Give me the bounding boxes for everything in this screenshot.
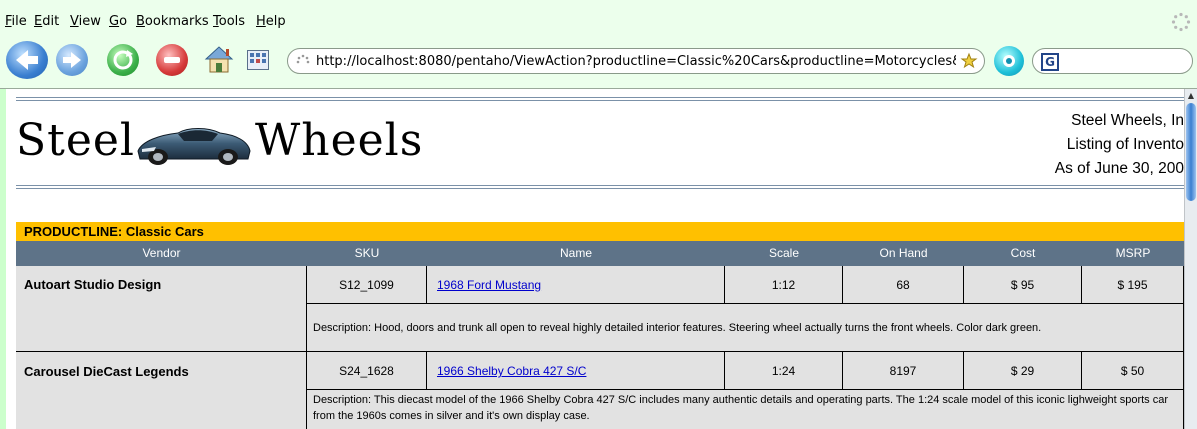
header-rule-top	[16, 97, 1184, 98]
column-header-name: Name	[559, 246, 592, 260]
vertical-scrollbar[interactable]: ▲	[1184, 89, 1197, 429]
bookmarks-button[interactable]	[247, 50, 269, 70]
menu-view[interactable]: View	[70, 13, 101, 31]
url-text[interactable]: http://localhost:8080/pentaho/ViewAction…	[316, 53, 956, 70]
go-icon	[1003, 55, 1015, 67]
description-text: Description: Hood, doors and trunk all o…	[313, 322, 1042, 334]
column-header-on-hand: On Hand	[879, 246, 928, 260]
report-title: Listing of Invento	[1066, 136, 1184, 153]
menu-edit[interactable]: Edit	[34, 13, 59, 31]
menu-tools[interactable]: Tools	[213, 13, 245, 31]
url-bar[interactable]: http://localhost:8080/pentaho/ViewAction…	[287, 48, 985, 74]
menu-go[interactable]: Go	[109, 13, 127, 31]
column-header-sku: SKU	[354, 246, 380, 260]
column-header-scale: Scale	[768, 246, 800, 260]
menu-help[interactable]: Help	[256, 13, 286, 31]
arrow-left-icon	[16, 50, 38, 70]
car-logo-icon	[137, 128, 251, 165]
home-icon	[204, 46, 234, 73]
cost-cell: $ 29	[964, 352, 1082, 390]
sku-cell: S12_1099	[307, 266, 427, 304]
scale-cell: 1:12	[725, 266, 843, 304]
logo-text-wheels: Wheels	[255, 115, 424, 166]
scale-cell: 1:24	[725, 352, 843, 390]
search-input[interactable]: G	[1032, 48, 1193, 74]
navigation-toolbar: http://localhost:8080/pentaho/ViewAction…	[0, 32, 1197, 88]
go-button[interactable]	[994, 46, 1024, 76]
on-hand-cell: 8197	[843, 352, 964, 390]
stop-button[interactable]	[156, 44, 188, 76]
msrp-cell: $ 195	[1082, 266, 1184, 304]
back-button[interactable]	[6, 41, 48, 79]
scroll-up-arrow-icon[interactable]: ▲	[1185, 89, 1197, 102]
report-date: As of June 30, 200	[1054, 160, 1184, 177]
product-link[interactable]: 1968 Ford Mustang	[437, 278, 541, 292]
sku-cell: S24_1628	[307, 352, 427, 390]
table-header-row: Vendor SKU Name Scale On Hand Cost MSRP	[16, 241, 1184, 266]
column-header-cost: Cost	[1010, 246, 1036, 260]
name-cell: 1968 Ford Mustang	[427, 266, 725, 304]
scroll-thumb[interactable]	[1186, 103, 1196, 201]
stop-icon	[164, 57, 180, 63]
description-cell: Description: This diecast model of the 1…	[307, 390, 1184, 429]
column-header-vendor: Vendor	[142, 246, 181, 260]
page-viewport: Steel Wheels Steel Wheels, In Listing of…	[0, 88, 1197, 429]
on-hand-cell: 68	[843, 266, 964, 304]
column-header-msrp: MSRP	[1115, 246, 1151, 260]
description-text: Description: This diecast model of the 1…	[313, 394, 1169, 422]
bookmark-star-icon[interactable]	[960, 52, 978, 70]
productline-header: PRODUCTLINE: Classic Cars	[16, 222, 1184, 241]
header-rule-top-2	[16, 100, 1184, 101]
arrow-right-icon	[63, 52, 81, 68]
throbber-icon	[1171, 12, 1191, 32]
vendor-cell: Autoart Studio Design	[16, 266, 307, 352]
reload-icon	[113, 50, 133, 70]
header-rule-bottom	[16, 185, 1184, 186]
logo-text-steel: Steel	[16, 115, 135, 166]
vendor-cell: Carousel DieCast Legends	[16, 352, 307, 429]
msrp-cell: $ 50	[1082, 352, 1184, 390]
bookmarks-grid-icon	[247, 50, 269, 70]
loading-icon	[296, 54, 310, 64]
menu-file[interactable]: File	[5, 13, 27, 31]
header-rule-bottom-2	[16, 188, 1184, 189]
search-engine-icon[interactable]: G	[1041, 53, 1059, 71]
home-button[interactable]	[202, 42, 236, 76]
cost-cell: $ 95	[964, 266, 1082, 304]
company-name: Steel Wheels, In	[1071, 112, 1184, 129]
menu-bar: File Edit View Go Bookmarks Tools Help	[0, 0, 1197, 32]
description-cell: Description: Hood, doors and trunk all o…	[307, 304, 1184, 352]
name-cell: 1966 Shelby Cobra 427 S/C	[427, 352, 725, 390]
forward-button[interactable]	[56, 44, 88, 76]
product-link[interactable]: 1966 Shelby Cobra 427 S/C	[437, 364, 586, 378]
reload-button[interactable]	[107, 44, 139, 76]
menu-bookmarks[interactable]: Bookmarks	[136, 13, 209, 31]
browser-window: File Edit View Go Bookmarks Tools Help h…	[0, 0, 1197, 429]
